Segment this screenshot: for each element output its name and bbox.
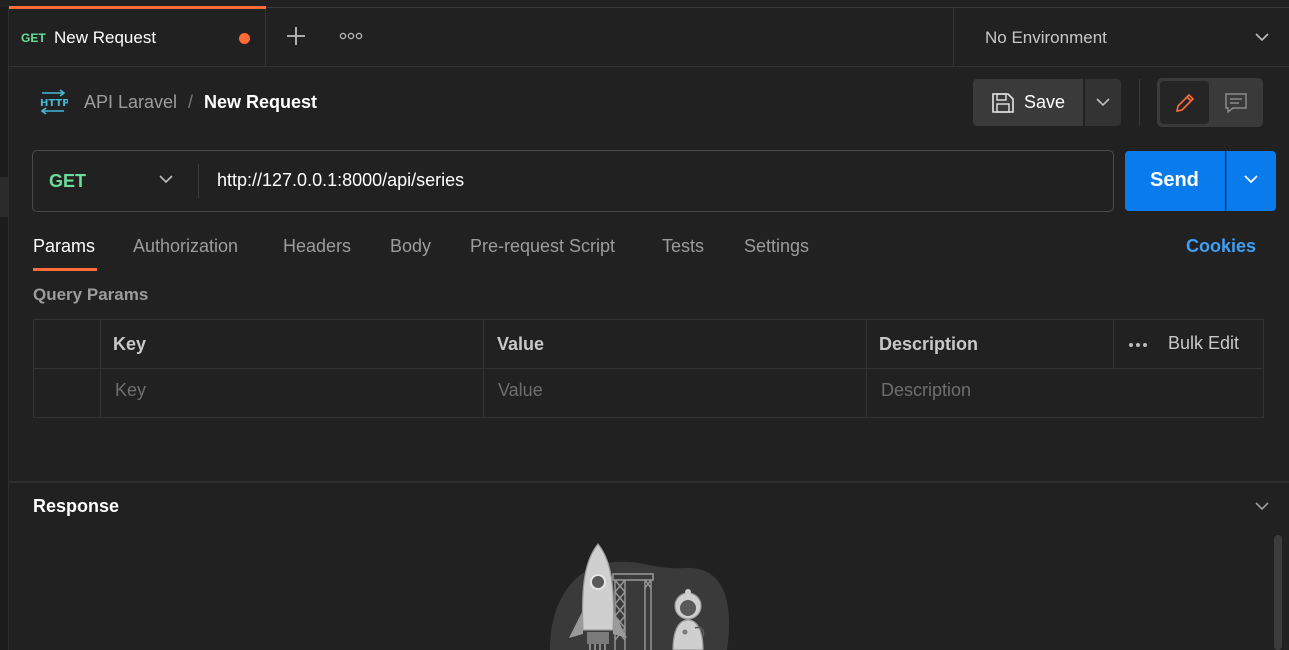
table-column-divider [483,320,484,417]
bulk-edit-link[interactable]: Bulk Edit [1168,333,1239,354]
request-title[interactable]: New Request [204,92,317,113]
request-tab-new-request[interactable]: GET New Request [9,6,266,66]
query-params-heading: Query Params [33,285,149,304]
environment-label: No Environment [985,28,1107,47]
column-header-value: Value [497,334,545,354]
rocket-astronaut-illustration [545,540,735,650]
floppy-disk-icon [991,92,1015,114]
cookies-link[interactable]: Cookies [1186,236,1256,257]
method-selector[interactable]: GET [33,151,197,211]
table-column-divider [1113,320,1114,368]
tab-settings[interactable]: Settings [744,236,809,257]
http-icon: HTTP [38,88,68,116]
tab-method-label: GET [21,31,46,45]
table-row-divider [34,368,1263,369]
send-button[interactable]: Send [1125,151,1225,211]
chevron-down-icon [158,173,174,185]
tab-params[interactable]: Params [33,236,95,257]
method-label: GET [49,171,87,191]
description-input[interactable]: Description [881,380,971,401]
comments-button[interactable] [1211,81,1260,124]
url-bar-divider [198,164,199,198]
svg-text:HTTP: HTTP [40,98,68,109]
tab-authorization[interactable]: Authorization [133,236,238,257]
scrollbar[interactable] [1274,535,1282,650]
pencil-icon [1173,91,1197,115]
key-input[interactable]: Key [115,380,146,401]
chevron-down-icon [1254,31,1270,43]
column-header-key: Key [113,334,147,354]
more-options-icon[interactable] [1128,342,1148,348]
more-horizontal-icon[interactable] [338,28,364,44]
url-input[interactable]: http://127.0.0.1:8000/api/series [217,170,1097,194]
active-tab-indicator [9,6,266,9]
left-sidebar-gutter [0,7,9,650]
save-button[interactable]: Save [973,79,1083,126]
save-options-button[interactable] [1085,79,1121,126]
tab-tests[interactable]: Tests [662,236,704,257]
chevron-down-icon [1095,96,1111,108]
save-label: Save [1024,92,1066,112]
environment-selector[interactable]: No Environment [953,8,1289,66]
comment-icon [1224,92,1248,114]
send-label: Send [1150,169,1199,191]
column-header-description: Description [879,334,979,354]
send-options-button[interactable] [1226,151,1276,211]
tab-body[interactable]: Body [390,236,431,257]
chevron-down-icon[interactable] [1254,500,1270,512]
response-heading: Response [33,496,120,516]
chevron-down-icon [1243,173,1259,185]
table-column-divider [866,320,867,417]
tab-headers[interactable]: Headers [283,236,351,257]
breadcrumb-separator: / [188,92,194,112]
toolbar-divider [1139,79,1140,126]
tab-name: New Request [54,28,157,47]
breadcrumb-collection-link[interactable]: API Laravel [84,92,177,113]
response-pane-divider[interactable] [9,481,1289,483]
table-column-divider [100,320,101,417]
tab-pre-request-script[interactable]: Pre-request Script [470,236,615,257]
value-input[interactable]: Value [498,380,543,401]
plus-icon[interactable] [283,23,309,49]
active-request-tab-indicator [33,268,97,271]
unsaved-changes-dot[interactable] [239,33,250,44]
edit-mode-button[interactable] [1160,81,1209,124]
